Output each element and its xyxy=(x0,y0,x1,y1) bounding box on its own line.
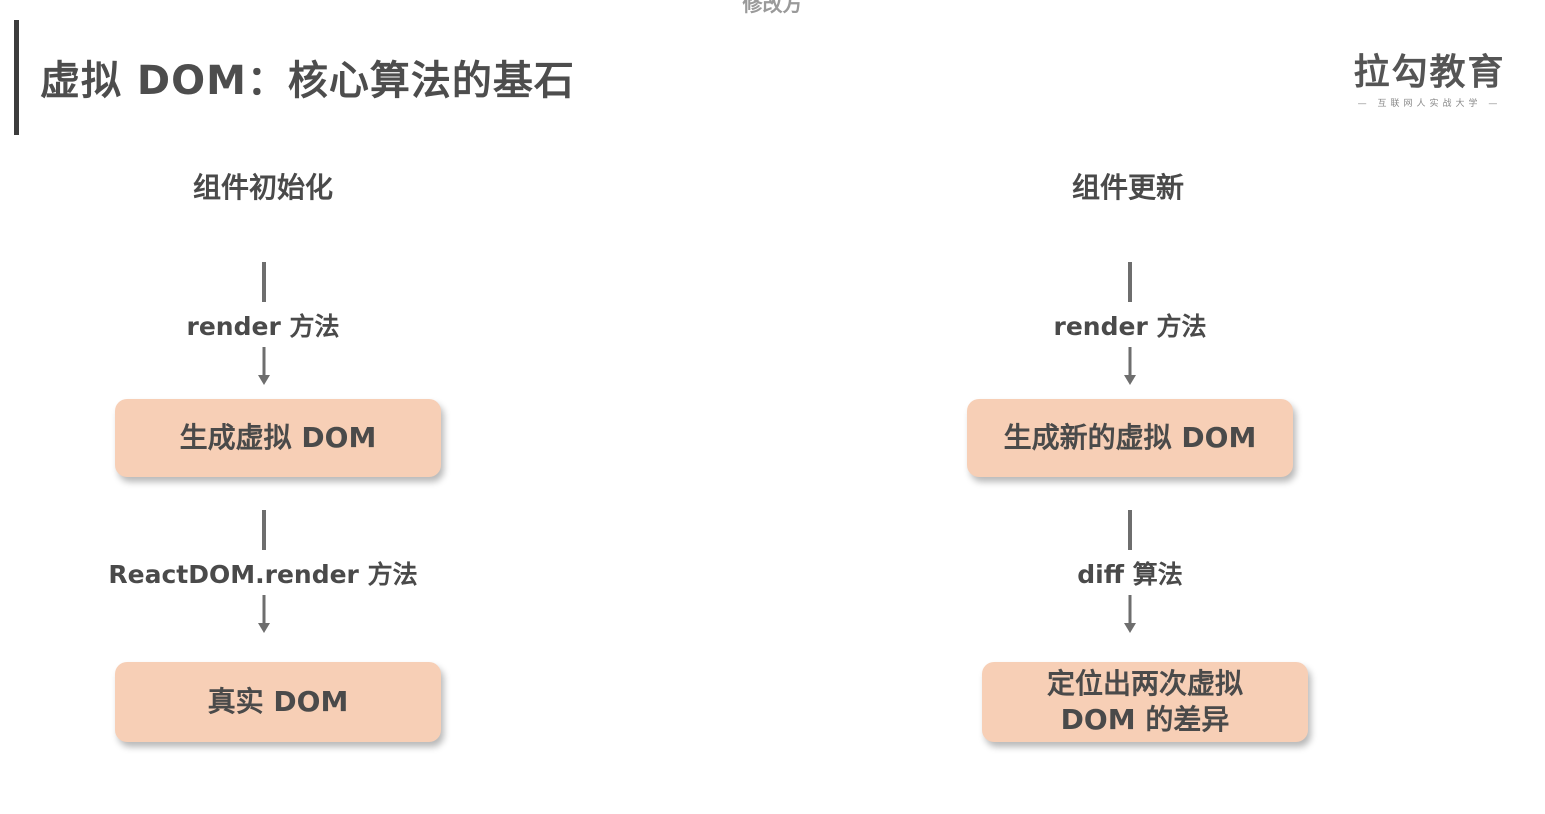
right-node-new-virtual-dom-label: 生成新的虚拟 DOM xyxy=(1003,421,1257,454)
right-node-new-virtual-dom: 生成新的虚拟 DOM xyxy=(967,399,1293,477)
left-node-virtual-dom: 生成虚拟 DOM xyxy=(115,399,441,477)
lagou-logo: 拉勾教育 — 互联网人实战大学 — xyxy=(1352,52,1507,109)
right-edge-label-1: render 方法 xyxy=(1053,312,1207,341)
left-edge-label-2: ReactDOM.render 方法 xyxy=(108,560,418,589)
left-node-real-dom-label: 真实 DOM xyxy=(207,685,349,718)
top-caption: 修改方 xyxy=(742,0,803,16)
left-connector-top-1 xyxy=(262,262,266,302)
right-flow-heading: 组件更新 xyxy=(1071,171,1184,204)
right-edge-label-2: diff 算法 xyxy=(1077,560,1183,589)
title-accent-bar xyxy=(14,20,19,135)
right-connector-top-1 xyxy=(1128,262,1132,302)
right-node-dom-diff-line2: DOM 的差异 xyxy=(1060,703,1230,736)
left-edge-label-1: render 方法 xyxy=(186,312,340,341)
left-connector-top-2 xyxy=(262,510,266,550)
left-node-real-dom: 真实 DOM xyxy=(115,662,441,742)
right-node-dom-diff-line1: 定位出两次虚拟 xyxy=(1046,667,1243,700)
right-node-dom-diff: 定位出两次虚拟 DOM 的差异 xyxy=(982,662,1308,742)
right-connector-top-2 xyxy=(1128,510,1132,550)
logo-main-text: 拉勾教育 xyxy=(1353,52,1506,93)
page-title: 虚拟 DOM：核心算法的基石 xyxy=(40,58,575,104)
right-arrow-1-icon xyxy=(1124,347,1136,385)
left-arrow-2-icon xyxy=(258,595,270,633)
right-arrow-2-icon xyxy=(1124,595,1136,633)
left-node-virtual-dom-label: 生成虚拟 DOM xyxy=(179,421,377,454)
left-flow-heading: 组件初始化 xyxy=(192,171,333,204)
logo-tagline: — 互联网人实战大学 — xyxy=(1357,99,1502,109)
left-arrow-1-icon xyxy=(258,347,270,385)
